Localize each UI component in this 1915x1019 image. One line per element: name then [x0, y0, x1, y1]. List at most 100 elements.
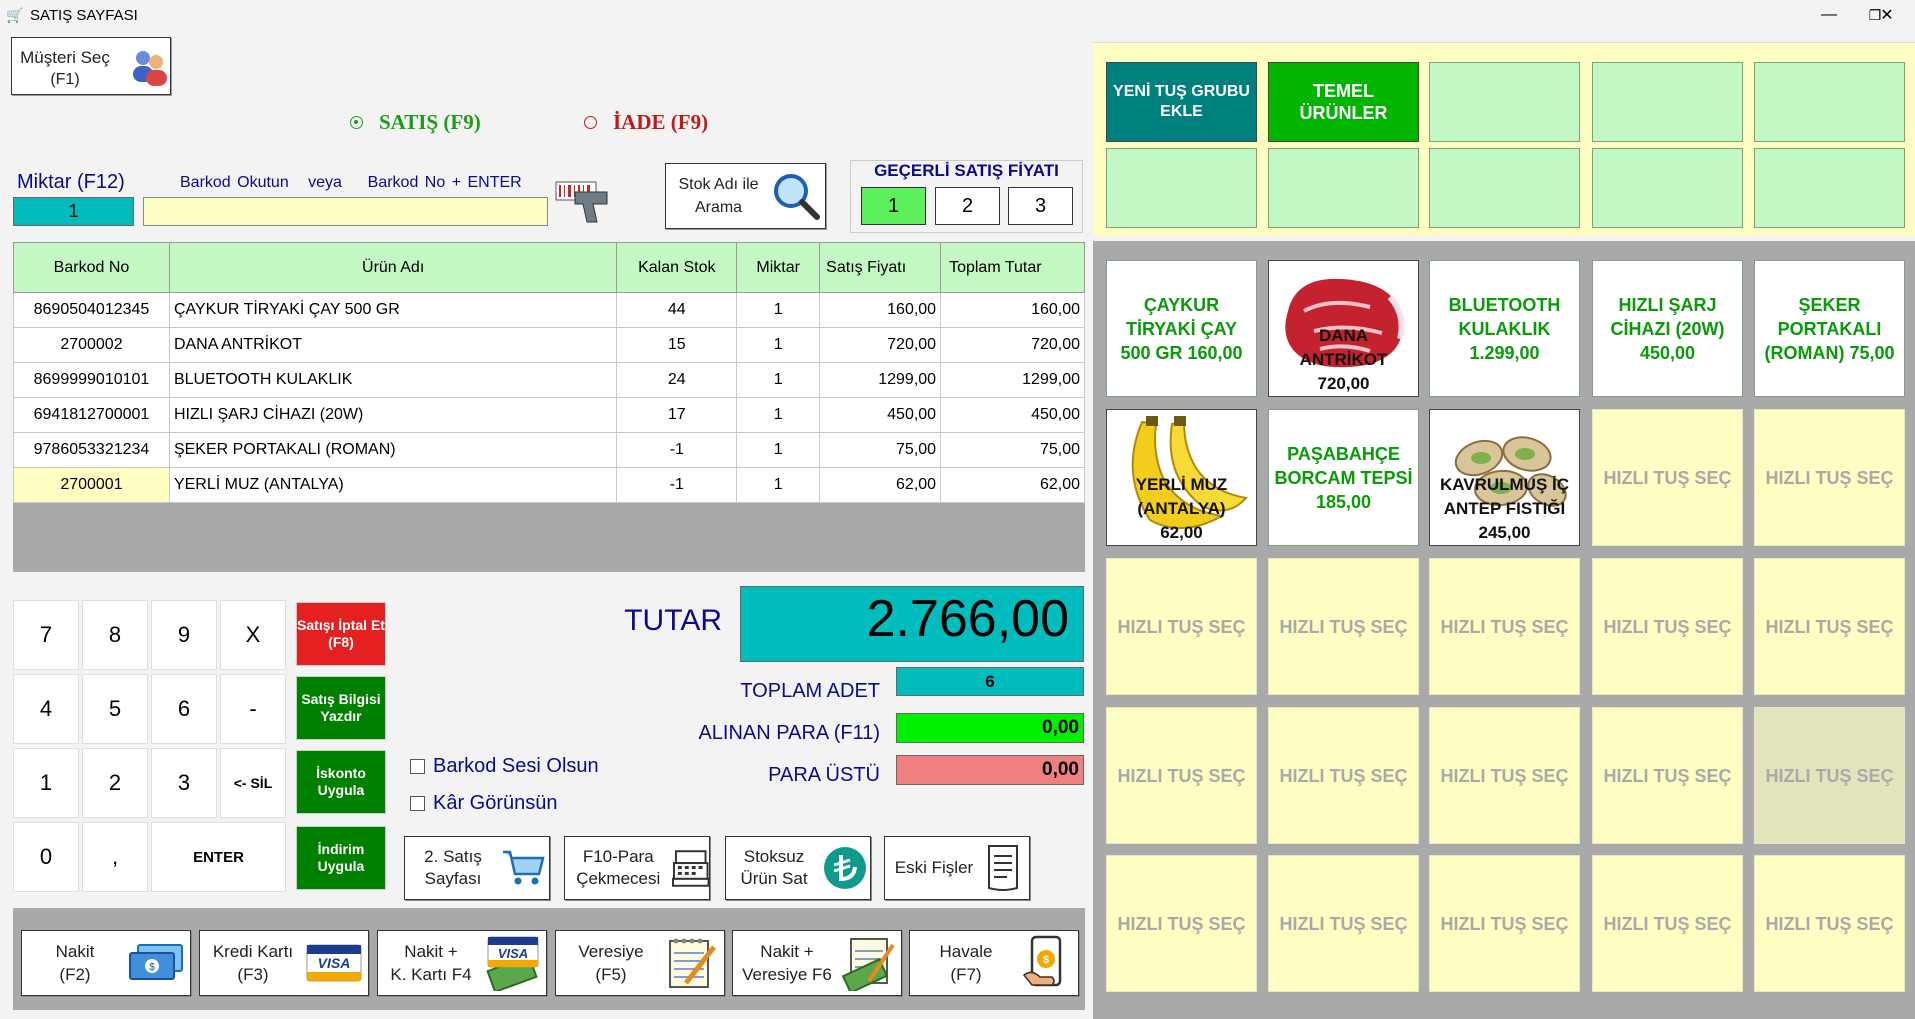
- numpad-key[interactable]: ENTER: [151, 822, 286, 892]
- group-slot[interactable]: [1754, 62, 1905, 142]
- table-cell: 1: [736, 397, 821, 433]
- quick-key-empty[interactable]: HIZLI TUŞ SEÇ: [1429, 707, 1580, 844]
- basic-products-group-button[interactable]: TEMEL ÜRÜNLER: [1268, 62, 1419, 142]
- numpad-key[interactable]: 6: [151, 674, 217, 744]
- table-row[interactable]: 8699999010101 BLUETOOTH KULAKLIK 24 1 1299,0…: [13, 362, 1085, 398]
- quick-key-empty[interactable]: HIZLI TUŞ SEÇ: [1106, 855, 1257, 992]
- quick-key-dana-antrikot[interactable]: DANA ANTRİKOT 720,00: [1268, 260, 1419, 397]
- quick-key-empty[interactable]: HIZLI TUŞ SEÇ: [1268, 707, 1419, 844]
- group-slot[interactable]: [1106, 148, 1257, 228]
- table-row[interactable]: 6941812700001 HIZLI ŞARJ CİHAZI (20W) 17 1 4…: [13, 397, 1085, 433]
- group-slot[interactable]: [1268, 148, 1419, 228]
- table-row[interactable]: 9786053321234 ŞEKER PORTAKALI (ROMAN) -1 1 7…: [13, 432, 1085, 468]
- close-button[interactable]: ✕: [1862, 0, 1912, 30]
- numpad-key[interactable]: 7: [13, 600, 79, 670]
- table-cell: 44: [616, 292, 738, 328]
- cash-drawer-button[interactable]: F10-Para Çekmecesi: [564, 836, 710, 900]
- numpad-key[interactable]: 9: [151, 600, 217, 670]
- print-sale-button[interactable]: Satış Bilgisi Yazdır: [296, 676, 386, 740]
- col-stock[interactable]: Kalan Stok: [616, 242, 738, 293]
- numpad-key[interactable]: X: [220, 600, 286, 670]
- old-receipts-button[interactable]: Eski Fişler: [884, 836, 1030, 900]
- col-product[interactable]: Ürün Adı: [168, 242, 618, 293]
- numpad-key[interactable]: 0: [13, 822, 79, 892]
- quick-key-empty[interactable]: HIZLI TUŞ SEÇ: [1429, 855, 1580, 992]
- minimize-button[interactable]: —: [1806, 0, 1852, 30]
- numpad-key[interactable]: 8: [82, 600, 148, 670]
- numpad-key[interactable]: 3: [151, 748, 217, 818]
- mobile-transfer-icon: $: [1022, 935, 1062, 987]
- quick-key-pasabahce[interactable]: PAŞABAHÇE BORCAM TEPSİ 185,00: [1268, 409, 1419, 546]
- discount-button[interactable]: İskonto Uygula: [296, 750, 386, 814]
- price-level-2[interactable]: 2: [935, 187, 1000, 225]
- notepad-icon: [669, 938, 716, 988]
- quick-key-kavrulmus-fistik[interactable]: KAVRULMUŞ İÇ ANTEP FISTIĞI 245,00: [1429, 409, 1580, 546]
- group-slot[interactable]: [1592, 62, 1743, 142]
- quick-key-empty[interactable]: HIZLI TUŞ SEÇ: [1592, 409, 1743, 546]
- credit-payment-button[interactable]: Veresiye (F5): [555, 930, 725, 996]
- quick-key-empty[interactable]: HIZLI TUŞ SEÇ: [1429, 558, 1580, 695]
- numpad-key[interactable]: -: [220, 674, 286, 744]
- col-total[interactable]: Toplam Tutar: [940, 242, 1085, 293]
- price-level-1[interactable]: 1: [861, 187, 926, 225]
- quick-key-empty[interactable]: HIZLI TUŞ SEÇ: [1754, 409, 1905, 546]
- return-radio-dot: [584, 116, 597, 129]
- reduction-button[interactable]: İndirim Uygula: [296, 826, 386, 890]
- group-slot[interactable]: [1754, 148, 1905, 228]
- numpad-key[interactable]: 1: [13, 748, 79, 818]
- table-row[interactable]: 8690504012345 ÇAYKUR TİRYAKİ ÇAY 500 GR 44…: [13, 292, 1085, 328]
- quick-key-caykur[interactable]: ÇAYKUR TİRYAKİ ÇAY 500 GR 160,00: [1106, 260, 1257, 397]
- quick-key-yerli-muz[interactable]: YERLİ MUZ (ANTALYA) 62,00: [1106, 409, 1257, 546]
- customer-select-button[interactable]: Müşteri Seç (F1): [11, 37, 171, 95]
- quick-key-empty[interactable]: HIZLI TUŞ SEÇ: [1592, 855, 1743, 992]
- sale-mode-radio[interactable]: SATIŞ (F9): [350, 110, 481, 135]
- barcode-input[interactable]: [143, 197, 548, 226]
- numpad-key[interactable]: 4: [13, 674, 79, 744]
- quick-key-empty[interactable]: HIZLI TUŞ SEÇ: [1106, 707, 1257, 844]
- numpad-key[interactable]: ,: [82, 822, 148, 892]
- quick-key-empty[interactable]: HIZLI TUŞ SEÇ: [1268, 558, 1419, 695]
- group-slot[interactable]: [1429, 62, 1580, 142]
- quick-key-empty[interactable]: HIZLI TUŞ SEÇ: [1754, 558, 1905, 695]
- transfer-payment-button[interactable]: Havale (F7) $: [909, 930, 1079, 996]
- second-sale-page-button[interactable]: 2. Satış Sayfası: [404, 836, 550, 900]
- quick-key-empty[interactable]: HIZLI TUŞ SEÇ: [1106, 558, 1257, 695]
- stockless-sale-button[interactable]: Stoksuz Ürün Sat: [725, 836, 871, 900]
- col-barcode[interactable]: Barkod No: [13, 242, 170, 293]
- quick-key-bluetooth[interactable]: BLUETOOTH KULAKLIK 1.299,00: [1429, 260, 1580, 397]
- table-row[interactable]: 2700002 DANA ANTRİKOT 15 1 720,00 720,00: [13, 327, 1085, 363]
- group-slot[interactable]: [1592, 148, 1743, 228]
- col-qty[interactable]: Miktar: [736, 242, 821, 293]
- cash-payment-button[interactable]: Nakit (F2) $: [21, 930, 191, 996]
- new-group-button[interactable]: YENİ TUŞ GRUBU EKLE: [1106, 62, 1257, 142]
- numpad: 7 8 9 X 4 5 6- 1 2 3 <- SİL 0, ENTER: [13, 600, 293, 900]
- quick-key-empty[interactable]: HIZLI TUŞ SEÇ: [1754, 707, 1905, 844]
- receipt-icon: [988, 845, 1018, 891]
- table-cell: 8690504012345: [13, 292, 170, 328]
- group-slot[interactable]: [1429, 148, 1580, 228]
- credit-card-payment-button[interactable]: Kredi Kartı (F3) VISA: [199, 930, 369, 996]
- barcode-sound-checkbox[interactable]: Barkod Sesi Olsun: [410, 755, 599, 778]
- col-price[interactable]: Satış Fiyatı: [819, 242, 942, 293]
- return-mode-radio[interactable]: İADE (F9): [584, 110, 708, 135]
- received-input[interactable]: 0,00: [896, 713, 1084, 743]
- quantity-input[interactable]: 1: [13, 197, 134, 226]
- show-profit-checkbox[interactable]: Kâr Görünsün: [410, 792, 558, 815]
- quick-key-empty[interactable]: HIZLI TUŞ SEÇ: [1268, 855, 1419, 992]
- table-row[interactable]: 2700001 YERLİ MUZ (ANTALYA) -1 1 62,00 62,00: [13, 467, 1085, 503]
- price-level-3[interactable]: 3: [1008, 187, 1073, 225]
- quick-key-seker-portakali[interactable]: ŞEKER PORTAKALI (ROMAN) 75,00: [1754, 260, 1905, 397]
- table-cell: 9786053321234: [13, 432, 170, 468]
- numpad-key[interactable]: <- SİL: [220, 748, 286, 818]
- quick-key-empty[interactable]: HIZLI TUŞ SEÇ: [1754, 855, 1905, 992]
- quick-key-empty[interactable]: HIZLI TUŞ SEÇ: [1592, 558, 1743, 695]
- quick-key-hizli-sarj[interactable]: HIZLI ŞARJ CİHAZI (20W) 450,00: [1592, 260, 1743, 397]
- stock-search-button[interactable]: Stok Adı ile Arama: [665, 163, 826, 229]
- numpad-key[interactable]: 2: [82, 748, 148, 818]
- table-cell: 75,00: [940, 432, 1085, 468]
- numpad-key[interactable]: 5: [82, 674, 148, 744]
- cancel-sale-button[interactable]: Satışı İptal Et (F8): [296, 602, 386, 666]
- cash-plus-credit-payment-button[interactable]: Nakit + Veresiye F6: [732, 930, 902, 996]
- cash-plus-card-payment-button[interactable]: Nakit + K. Kartı F4 VISA: [377, 930, 547, 996]
- quick-key-empty[interactable]: HIZLI TUŞ SEÇ: [1592, 707, 1743, 844]
